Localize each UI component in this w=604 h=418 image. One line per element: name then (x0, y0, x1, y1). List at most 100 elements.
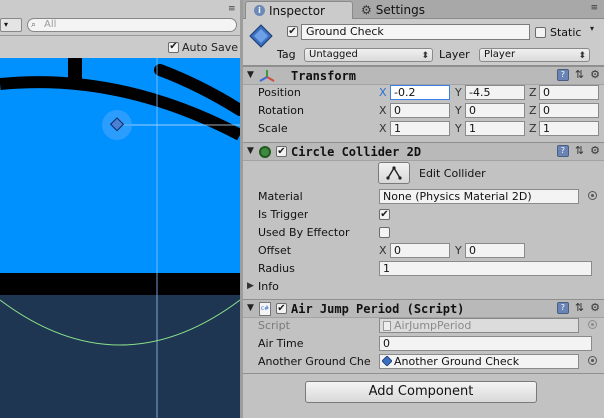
scene-search-input[interactable]: ⌕ All (27, 18, 237, 32)
tag-dropdown[interactable]: Untagged ⬍ (304, 48, 433, 62)
rotation-z-field[interactable]: 0 (539, 103, 599, 118)
scale-label: Scale (258, 122, 288, 135)
script-value: AirJumpPeriod (394, 319, 472, 332)
scene-menu-icon[interactable]: ≡ (228, 4, 236, 14)
rotation-y-field[interactable]: 0 (465, 103, 525, 118)
gameobject-active-checkbox[interactable]: ✔ (287, 26, 298, 37)
fold-closed-icon[interactable]: ▶ (247, 281, 254, 291)
script-enabled-checkbox[interactable]: ✔ (276, 303, 287, 314)
script-header[interactable]: ▼ c# ✔ Air Jump Period (Script) ? ⇅ ⚙ (243, 299, 604, 318)
axis-x-label[interactable]: X (379, 244, 387, 257)
static-toggle[interactable]: Static ▾ (535, 24, 594, 39)
object-picker-icon (588, 320, 597, 329)
axis-y-label[interactable]: Y (455, 244, 462, 257)
help-icon[interactable]: ? (556, 69, 569, 81)
offset-row: Offset X 0 Y 0 (243, 242, 604, 260)
preset-icon[interactable]: ⇅ (575, 302, 584, 314)
radius-field[interactable]: 1 (379, 261, 592, 276)
circle-collider-header[interactable]: ▼ ✔ Circle Collider 2D ? ⇅ ⚙ (243, 142, 604, 161)
axis-y-label[interactable]: Y (455, 104, 462, 117)
csharp-script-small-icon (383, 321, 391, 331)
axis-x-label[interactable]: X (379, 104, 387, 117)
scale-x-field[interactable]: 1 (390, 121, 450, 136)
inspector-tabbar: i Inspector ⚙ Settings ≡ (243, 0, 604, 19)
position-x-field[interactable]: -0.2 (390, 85, 450, 100)
platform-post (68, 58, 82, 80)
axis-z-label[interactable]: Z (529, 86, 537, 99)
air-time-field[interactable]: 0 (379, 336, 592, 351)
scale-y-field[interactable]: 1 (465, 121, 525, 136)
csharp-script-icon: c# (259, 302, 271, 316)
scene-options-bar: ✔ Auto Save (0, 36, 240, 58)
circle-collider-enabled-checkbox[interactable]: ✔ (276, 146, 287, 157)
tab-settings[interactable]: ⚙ Settings (353, 1, 453, 19)
preset-icon[interactable]: ⇅ (575, 145, 584, 157)
tab-inspector-label: Inspector (269, 3, 325, 18)
inspector-menu-icon[interactable]: ≡ (590, 3, 598, 13)
rotation-row: Rotation X 0 Y 0 Z 0 (243, 102, 604, 120)
radius-row: Radius 1 (243, 260, 604, 278)
edit-collider-button[interactable] (378, 162, 410, 184)
fold-open-icon[interactable]: ▼ (247, 70, 254, 80)
gameobject-name-field[interactable]: Ground Check (301, 24, 530, 40)
air-time-row: Air Time 0 (243, 335, 604, 353)
used-by-effector-checkbox[interactable] (379, 227, 390, 238)
layer-label: Layer (439, 48, 470, 61)
axis-y-label[interactable]: Y (455, 122, 462, 135)
rotation-x-field[interactable]: 0 (390, 103, 450, 118)
edit-collider-icon (386, 166, 402, 180)
add-component-button[interactable]: Add Component (305, 381, 537, 403)
used-by-effector-label: Used By Effector (258, 226, 350, 239)
component-header-icons: ? ⇅ ⚙ (556, 69, 600, 81)
scene-search-placeholder: All (44, 19, 57, 30)
auto-save-checkbox[interactable]: ✔ (168, 41, 179, 53)
static-label: Static (550, 26, 582, 39)
position-z-field[interactable]: 0 (539, 85, 599, 100)
scene-canvas[interactable] (0, 58, 240, 418)
scale-z-field[interactable]: 1 (539, 121, 599, 136)
position-y-field[interactable]: -4.5 (465, 85, 525, 100)
air-time-label: Air Time (258, 337, 304, 350)
tab-inspector[interactable]: i Inspector (245, 1, 353, 19)
object-picker-icon[interactable] (588, 356, 597, 365)
another-ground-check-row: Another Ground Che Another Ground Check (243, 353, 604, 371)
gizmos-dropdown[interactable]: ▾ (0, 18, 22, 32)
tag-value: Untagged (309, 49, 358, 60)
offset-y-field[interactable]: 0 (465, 243, 525, 258)
script-label: Script (258, 319, 290, 332)
axis-x-label[interactable]: X (379, 122, 387, 135)
static-checkbox[interactable] (535, 27, 546, 38)
script-row: Script AirJumpPeriod (243, 317, 604, 335)
settings-gear-icon[interactable]: ⚙ (590, 145, 600, 157)
auto-save-toggle[interactable]: ✔ Auto Save (168, 39, 238, 55)
scene-view[interactable]: ≡ ▾ ⌕ All ✔ Auto Save (0, 0, 240, 418)
layer-dropdown[interactable]: Player ⬍ (479, 48, 590, 62)
preset-icon[interactable]: ⇅ (575, 69, 584, 81)
axis-z-label[interactable]: Z (529, 122, 537, 135)
position-row: Position X -0.2 Y -4.5 Z 0 (243, 84, 604, 102)
settings-gear-icon[interactable]: ⚙ (590, 302, 600, 314)
settings-gear-icon[interactable]: ⚙ (590, 69, 600, 81)
info-row[interactable]: ▶ Info (243, 278, 604, 296)
help-icon[interactable]: ? (556, 145, 569, 157)
rotation-label: Rotation (258, 104, 305, 117)
position-label: Position (258, 86, 301, 99)
axis-y-label[interactable]: Y (455, 86, 462, 99)
static-dropdown-icon[interactable]: ▾ (590, 24, 594, 33)
is-trigger-label: Is Trigger (258, 208, 309, 221)
chevron-updown-icon: ⬍ (421, 51, 429, 61)
is-trigger-checkbox[interactable]: ✔ (379, 209, 390, 220)
fold-open-icon[interactable]: ▼ (247, 146, 254, 156)
axis-x-label[interactable]: X (379, 86, 387, 99)
another-ground-check-field[interactable]: Another Ground Check (379, 354, 579, 369)
chevron-down-icon: ▾ (4, 20, 9, 29)
object-picker-icon[interactable] (588, 191, 597, 200)
axis-z-label[interactable]: Z (529, 104, 537, 117)
gear-icon: ⚙ (361, 3, 372, 17)
transform-header[interactable]: ▼ Transform ? ⇅ ⚙ (243, 66, 604, 85)
fold-open-icon[interactable]: ▼ (247, 303, 254, 313)
material-field[interactable]: None (Physics Material 2D) (379, 189, 579, 204)
script-title: Air Jump Period (Script) (291, 302, 465, 316)
offset-x-field[interactable]: 0 (390, 243, 450, 258)
help-icon[interactable]: ? (556, 302, 569, 314)
